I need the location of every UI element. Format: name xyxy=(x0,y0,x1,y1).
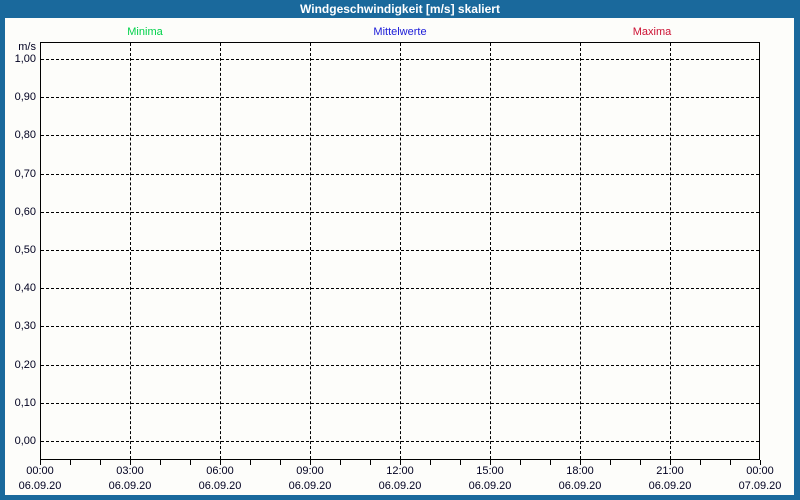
v-gridline xyxy=(130,43,131,459)
legend-item-mittelwerte: Mittelwerte xyxy=(373,26,427,38)
y-tick-label: 0,50 xyxy=(14,244,36,256)
x-tick-date-label: 06.09.20 xyxy=(108,480,152,492)
y-tick-label: 0,20 xyxy=(14,358,36,371)
y-tick-label: 0,40 xyxy=(14,282,36,295)
y-tick-label: 0,70 xyxy=(14,167,36,180)
v-gridline xyxy=(580,43,581,459)
y-tick-label: 0,30 xyxy=(14,320,36,333)
x-tick-date-label: 07.09.20 xyxy=(738,480,782,492)
y-tick-label: 0,60 xyxy=(14,205,36,218)
x-tick-time-label: 03:00 xyxy=(116,465,144,477)
window-frame-bottom xyxy=(0,495,800,500)
legend-item-maxima: Maxima xyxy=(632,26,672,38)
x-tick-date-label: 06.09.20 xyxy=(558,480,602,492)
x-tick-date-label: 06.09.20 xyxy=(378,480,422,492)
x-tick-date-label: 06.09.20 xyxy=(648,480,692,492)
y-tick-label: 0,10 xyxy=(14,396,36,409)
app-window: Windgeschwindigkeit [m/s] skaliert Minim… xyxy=(0,0,800,500)
x-tick-date-label: 06.09.20 xyxy=(198,480,242,492)
x-tick-time-label: 00:00 xyxy=(26,465,54,477)
y-tick-label: 1,00 xyxy=(14,53,36,65)
v-gridline xyxy=(310,43,311,459)
x-tick-date-label: 06.09.20 xyxy=(288,480,332,492)
x-tick-time-label: 18:00 xyxy=(566,465,594,477)
x-tick-time-label: 12:00 xyxy=(386,465,414,477)
y-tick-label: 0,80 xyxy=(14,129,36,142)
window-title: Windgeschwindigkeit [m/s] skaliert xyxy=(300,2,500,16)
legend-item-minima: Minima xyxy=(127,26,163,38)
x-tick-time-label: 06:00 xyxy=(206,465,234,477)
x-tick-date-label: 06.09.20 xyxy=(18,480,62,492)
x-tick-time-label: 09:00 xyxy=(296,465,324,477)
v-gridline xyxy=(220,43,221,459)
v-gridline xyxy=(400,43,401,459)
x-tick-time-label: 21:00 xyxy=(656,465,684,477)
x-tick-time-label: 15:00 xyxy=(476,465,504,477)
window-titlebar: Windgeschwindigkeit [m/s] skaliert xyxy=(0,0,800,18)
y-tick-label: 0,00 xyxy=(14,435,36,447)
x-tick-date-label: 06.09.20 xyxy=(468,480,512,492)
x-tick-time-label: 00:00 xyxy=(746,465,774,477)
v-gridline xyxy=(670,43,671,459)
window-frame-right xyxy=(794,18,800,500)
v-gridline xyxy=(490,43,491,459)
y-tick-label: 0,90 xyxy=(14,91,36,104)
